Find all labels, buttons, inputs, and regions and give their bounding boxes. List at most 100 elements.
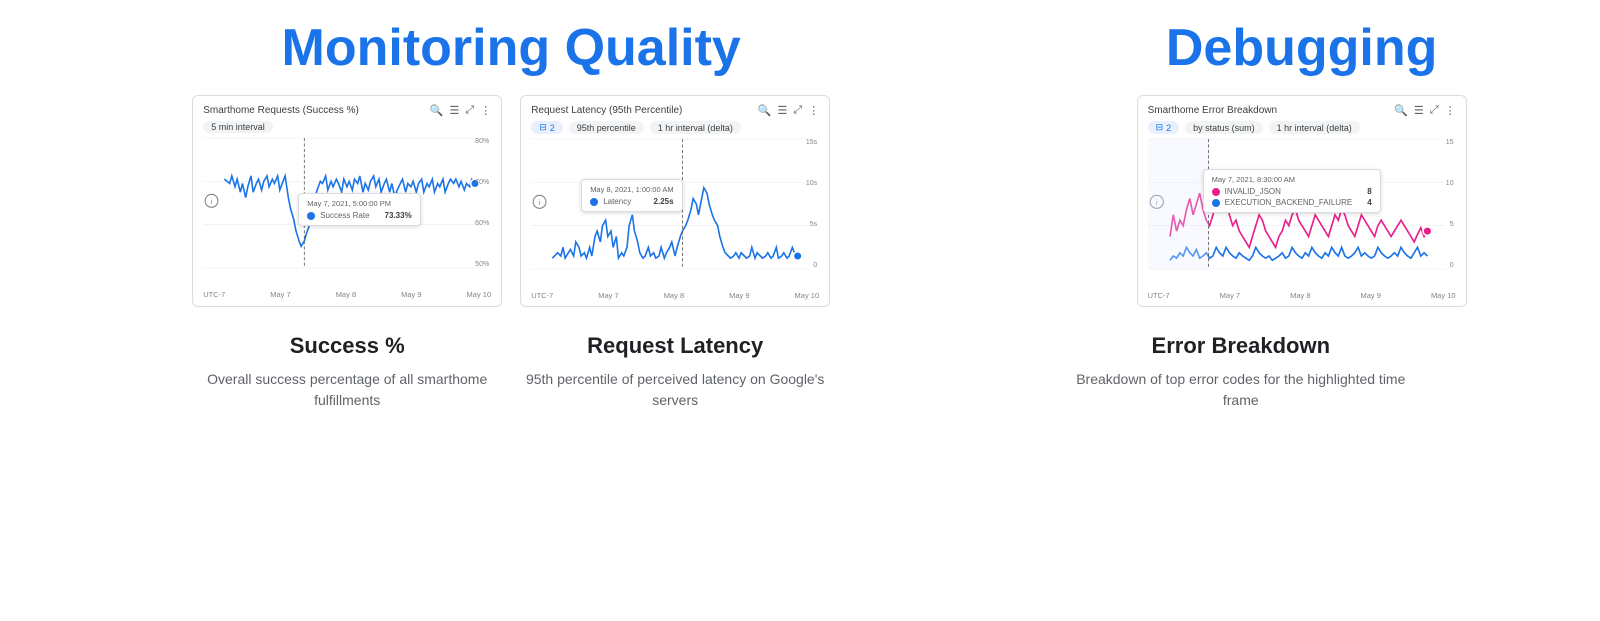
tooltip-row-latency: Latency 2.25s: [590, 197, 673, 206]
legend-icon-1[interactable]: ☰: [450, 104, 460, 117]
chart-title-error: Smarthome Error Breakdown: [1148, 105, 1278, 116]
tooltip-value-error-1: 8: [1357, 187, 1371, 196]
chart-area-error: 15 10 5 0 i: [1148, 139, 1456, 289]
x-label-s-1: May 7: [270, 290, 290, 299]
tooltip-value-error-2: 4: [1357, 198, 1371, 207]
search-icon-3[interactable]: 🔍: [1394, 104, 1408, 117]
tooltip-success: May 7, 2021, 5:00:00 PM Success Rate 73.…: [298, 193, 421, 226]
chart-title-latency: Request Latency (95th Percentile): [531, 105, 682, 116]
x-label-s-0: UTC-7: [203, 290, 225, 299]
x-label-e-0: UTC-7: [1148, 291, 1170, 300]
y-label-s-3: 60%: [475, 220, 489, 227]
expand-icon-2[interactable]: ⤢: [793, 104, 802, 117]
more-icon-1[interactable]: ⋮: [480, 104, 491, 117]
content-section-right: Error Breakdown Breakdown of top error c…: [982, 333, 1499, 411]
chart-icons-latency: 🔍 ☰ ⤢ ⋮: [758, 104, 819, 117]
x-label-e-2: May 8: [1290, 291, 1310, 300]
filter-pill-interval-latency[interactable]: 1 hr interval (delta): [650, 121, 741, 134]
filter-interval-label: 5 min interval: [211, 122, 265, 132]
y-label-e-1: 15: [1446, 139, 1454, 146]
x-label-e-4: May 10: [1431, 291, 1456, 300]
error-breakdown-card: Smarthome Error Breakdown 🔍 ☰ ⤢ ⋮ ⊟ 2 by…: [1137, 95, 1467, 307]
more-icon-2[interactable]: ⋮: [808, 104, 819, 117]
tooltip-dot-latency: [590, 198, 598, 206]
debugging-title: Debugging: [1166, 20, 1438, 77]
error-subtitle: Error Breakdown: [1076, 333, 1406, 359]
filter-pill-percentile[interactable]: 95th percentile: [569, 121, 644, 134]
tooltip-dot-error-2: [1212, 199, 1220, 207]
tooltip-series-latency: Latency: [603, 197, 631, 206]
debugging-section: Debugging Smarthome Error Breakdown 🔍 ☰ …: [1043, 20, 1560, 307]
tooltip-row-error-1: INVALID_JSON 8: [1212, 187, 1372, 196]
filter-pill-interval[interactable]: 5 min interval: [203, 121, 273, 133]
tooltip-row-error-2: EXECUTION_BACKEND_FAILURE 4: [1212, 198, 1372, 207]
x-label-l-2: May 8: [664, 291, 684, 300]
tooltip-value-latency: 2.25s: [644, 197, 674, 206]
legend-icon-3[interactable]: ☰: [1414, 104, 1424, 117]
chart-icons-success: 🔍 ☰ ⤢ ⋮: [430, 104, 491, 117]
x-label-l-1: May 7: [598, 291, 618, 300]
x-label-e-1: May 7: [1220, 291, 1240, 300]
y-label-s-4: 50%: [475, 261, 489, 268]
x-label-s-3: May 9: [401, 290, 421, 299]
monitoring-quality-section: Monitoring Quality Smarthome Requests (S…: [40, 20, 982, 307]
error-desc: Breakdown of top error codes for the hig…: [1076, 369, 1406, 411]
error-content: Error Breakdown Breakdown of top error c…: [1076, 333, 1406, 411]
search-icon-1[interactable]: 🔍: [430, 104, 444, 117]
chart-filters-success: 5 min interval: [203, 121, 491, 133]
x-axis-error: UTC-7 May 7 May 8 May 9 May 10: [1148, 291, 1456, 300]
x-label-l-3: May 9: [729, 291, 749, 300]
chart-filters-error: ⊟ 2 by status (sum) 1 hr interval (delta…: [1148, 121, 1456, 134]
y-label-l-3: 5s: [810, 221, 817, 228]
legend-icon-2[interactable]: ☰: [778, 104, 788, 117]
expand-icon-1[interactable]: ⤢: [465, 104, 474, 117]
filter-pill-status[interactable]: by status (sum): [1185, 121, 1263, 134]
svg-text:i: i: [539, 198, 541, 207]
y-label-l-1: 15s: [806, 139, 817, 146]
y-label-l-2: 10s: [806, 180, 817, 187]
x-axis-success: UTC-7 May 7 May 8 May 9 May 10: [203, 290, 491, 299]
content-row: Success % Overall success percentage of …: [40, 333, 1560, 411]
request-latency-card: Request Latency (95th Percentile) 🔍 ☰ ⤢ …: [520, 95, 830, 307]
tooltip-series-error-1: INVALID_JSON: [1225, 187, 1281, 196]
chart-area-success: 80% 70% 60% 50% i: [203, 138, 491, 288]
tooltip-error: May 7, 2021, 8:30:00 AM INVALID_JSON 8 E…: [1203, 169, 1381, 213]
chart-header-success: Smarthome Requests (Success %) 🔍 ☰ ⤢ ⋮: [203, 104, 491, 117]
chart-icons-error: 🔍 ☰ ⤢ ⋮: [1394, 104, 1455, 117]
chart-filters-latency: ⊟ 2 95th percentile 1 hr interval (delta…: [531, 121, 819, 134]
tooltip-value-success: 73.33%: [375, 211, 412, 220]
y-label-l-4: 0: [813, 262, 817, 269]
x-label-l-0: UTC-7: [531, 291, 553, 300]
success-desc: Overall success percentage of all smarth…: [192, 369, 502, 411]
y-axis-success: 80% 70% 60% 50%: [475, 138, 491, 268]
tooltip-date-latency: May 8, 2021, 1:00:00 AM: [590, 185, 673, 194]
success-rate-card: Smarthome Requests (Success %) 🔍 ☰ ⤢ ⋮ 5…: [192, 95, 502, 307]
filter-pill-count-latency[interactable]: ⊟ 2: [531, 121, 563, 134]
tooltip-series-error-2: EXECUTION_BACKEND_FAILURE: [1225, 198, 1353, 207]
tooltip-latency: May 8, 2021, 1:00:00 AM Latency 2.25s: [581, 179, 682, 212]
chart-header-latency: Request Latency (95th Percentile) 🔍 ☰ ⤢ …: [531, 104, 819, 117]
tooltip-dot-error-1: [1212, 188, 1220, 196]
latency-subtitle: Request Latency: [520, 333, 830, 359]
y-axis-error: 15 10 5 0: [1446, 139, 1456, 269]
x-label-s-4: May 10: [467, 290, 492, 299]
more-icon-3[interactable]: ⋮: [1445, 104, 1456, 117]
tooltip-series-success: Success Rate: [320, 211, 369, 220]
y-label-s-1: 80%: [475, 138, 489, 145]
success-content: Success % Overall success percentage of …: [192, 333, 502, 411]
chart-title-success: Smarthome Requests (Success %): [203, 105, 359, 116]
y-label-e-4: 0: [1450, 262, 1454, 269]
y-label-e-2: 10: [1446, 180, 1454, 187]
y-label-s-2: 70%: [475, 179, 489, 186]
y-axis-latency: 15s 10s 5s 0: [806, 139, 819, 269]
latency-content: Request Latency 95th percentile of perce…: [520, 333, 830, 411]
search-icon-2[interactable]: 🔍: [758, 104, 772, 117]
success-subtitle: Success %: [192, 333, 502, 359]
filter-pill-interval-error[interactable]: 1 hr interval (delta): [1269, 121, 1360, 134]
chart-area-latency: 15s 10s 5s 0 i: [531, 139, 819, 289]
tooltip-dot-success: [307, 212, 315, 220]
chart-header-error: Smarthome Error Breakdown 🔍 ☰ ⤢ ⋮: [1148, 104, 1456, 117]
filter-pill-count-error[interactable]: ⊟ 2: [1148, 121, 1180, 134]
expand-icon-3[interactable]: ⤢: [1430, 104, 1439, 117]
x-label-e-3: May 9: [1361, 291, 1381, 300]
